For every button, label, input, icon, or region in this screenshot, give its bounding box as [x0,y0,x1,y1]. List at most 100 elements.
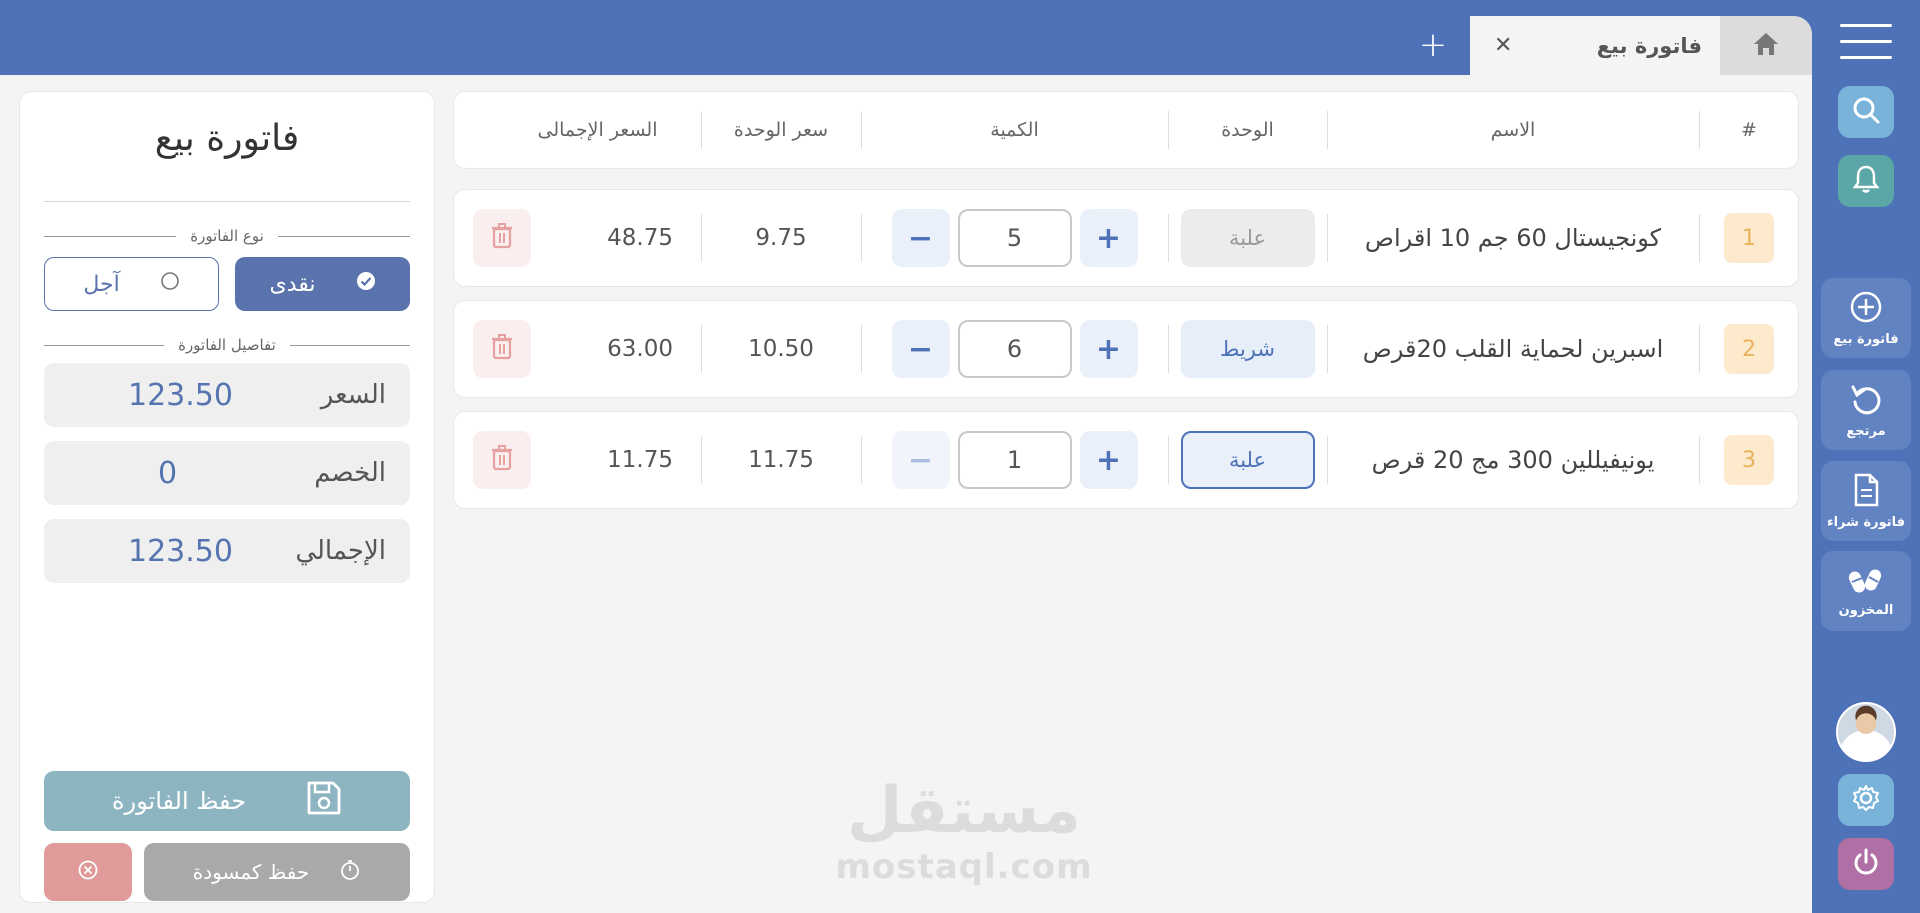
sidebar-item-label: مرتجع [1846,423,1886,439]
increment-button[interactable]: + [1079,320,1138,378]
header-unit: الوحدة [1221,119,1274,141]
timer-icon [339,859,361,886]
price-field: السعر 123.50 [44,363,410,427]
details-label: تفاصيل الفاتورة [178,336,276,354]
main-content: # الاسم الوحدة الكمية سعر الوحدة السعر ا… [0,75,1812,913]
total-label: الإجمالي [295,536,386,566]
invoice-type-section: نوع الفاتورة [44,227,410,245]
product-name: يونيفيللين 300 مج 20 قرص [1371,446,1655,474]
total-price: 48.75 [607,225,673,251]
row-index: 3 [1724,435,1774,485]
tab-sales-invoice[interactable]: ✕ فاتورة بيع [1470,16,1720,75]
discount-label: الخصم [314,458,386,488]
invoice-type-label: نوع الفاتورة [190,227,264,245]
row-index: 2 [1724,324,1774,374]
total-value: 123.50 [128,533,233,569]
sidebar-item-label: المخزون [1838,602,1894,618]
table-row: 3 يونيفيللين 300 مج 20 قرص علبة − 1 + 11… [453,411,1799,509]
draft-label: حفظ كمسودة [192,860,310,884]
close-icon[interactable]: ✕ [1494,33,1512,58]
watermark: مستقل mostaql.com [834,775,1094,887]
radio-empty-icon [160,271,180,297]
trash-icon [491,334,513,364]
sidebar: فاتورة بيع مرتجع فاتورة شراء المخزون [1812,0,1920,913]
table-row: 1 كونجيستال 60 جم 10 اقراص علبة − 5 + 9.… [453,189,1799,287]
product-name: اسبرين لحماية القلب 20قرص [1362,335,1664,363]
product-name: كونجيستال 60 جم 10 اقراص [1364,224,1662,252]
header-total-price: السعر الإجمالى [537,119,658,141]
discount-value: 0 [158,455,178,491]
total-field: الإجمالي 123.50 [44,519,410,583]
power-button[interactable] [1838,838,1894,890]
decrement-button[interactable]: − [891,431,950,489]
price-label: السعر [320,380,386,410]
unit-price: 9.75 [755,225,807,251]
decrement-button[interactable]: − [891,320,950,378]
avatar[interactable] [1836,702,1896,762]
unit-select[interactable]: علبة [1180,431,1315,489]
tab-home[interactable] [1720,16,1812,75]
gear-icon [1851,783,1881,817]
quantity-input[interactable]: 5 [957,209,1072,267]
delete-row-button[interactable] [473,320,531,378]
cancel-invoice-button[interactable] [44,843,132,901]
settings-button[interactable] [1838,774,1894,826]
add-tab-button[interactable]: + [1410,22,1456,68]
cash-label: نقدى [269,271,316,297]
power-icon [1851,847,1881,881]
search-button[interactable] [1838,86,1894,138]
increment-button[interactable]: + [1079,209,1138,267]
unit-price: 10.50 [748,336,814,362]
credit-option[interactable]: آجل [44,257,219,311]
trash-icon [491,445,513,475]
floppy-disk-icon [306,780,342,822]
header-quantity: الكمية [990,119,1039,141]
header-index: # [1741,119,1757,141]
notifications-button[interactable] [1838,155,1894,207]
table-row: 2 اسبرين لحماية القلب 20قرص شريط − 6 + 1… [453,300,1799,398]
watermark-arabic: مستقل [846,774,1082,848]
menu-icon[interactable] [1840,24,1892,60]
watermark-latin: mostaql.com [835,847,1093,887]
credit-label: آجل [83,271,120,297]
save-invoice-button[interactable]: حفظ الفاتورة [44,771,410,831]
unit-select[interactable]: علبة [1180,209,1315,267]
invoice-details-section: تفاصيل الفاتورة [44,336,410,354]
unit-select[interactable]: شريط [1180,320,1315,378]
search-icon [1851,95,1881,129]
increment-button[interactable]: + [1079,431,1138,489]
total-price: 11.75 [607,447,673,473]
bell-icon [1852,164,1880,198]
sidebar-item-return[interactable]: مرتجع [1821,370,1911,450]
delete-row-button[interactable] [473,209,531,267]
plus-circle-icon [1849,290,1883,328]
unit-price: 11.75 [748,447,814,473]
home-icon [1752,31,1780,61]
tab-label: فاتورة بيع [1596,33,1702,58]
panel-title: فاتورة بيع [154,118,300,159]
sidebar-item-purchase-invoice[interactable]: فاتورة شراء [1821,461,1911,541]
quantity-input[interactable]: 1 [957,431,1072,489]
check-circle-icon [356,271,376,297]
price-value: 123.50 [128,377,233,413]
sidebar-item-inventory[interactable]: المخزون [1821,551,1911,631]
sidebar-item-label: فاتورة شراء [1826,514,1906,530]
document-icon [1852,473,1880,511]
header-name: الاسم [1490,119,1536,141]
cash-option[interactable]: نقدى [235,257,410,311]
header-unit-price: سعر الوحدة [733,119,829,141]
save-label: حفظ الفاتورة [111,787,247,815]
close-circle-icon [77,859,99,885]
delete-row-button[interactable] [473,431,531,489]
discount-field[interactable]: الخصم 0 [44,441,410,505]
sidebar-item-sales-invoice[interactable]: فاتورة بيع [1821,278,1911,358]
quantity-input[interactable]: 6 [957,320,1072,378]
undo-icon [1849,382,1883,420]
plus-icon: + [1418,25,1448,65]
top-bar: ✕ فاتورة بيع + [0,0,1812,75]
pills-icon [1848,565,1884,599]
trash-icon [491,223,513,253]
save-draft-button[interactable]: حفظ كمسودة [144,843,410,901]
decrement-button[interactable]: − [891,209,950,267]
sidebar-item-label: فاتورة بيع [1833,331,1899,347]
